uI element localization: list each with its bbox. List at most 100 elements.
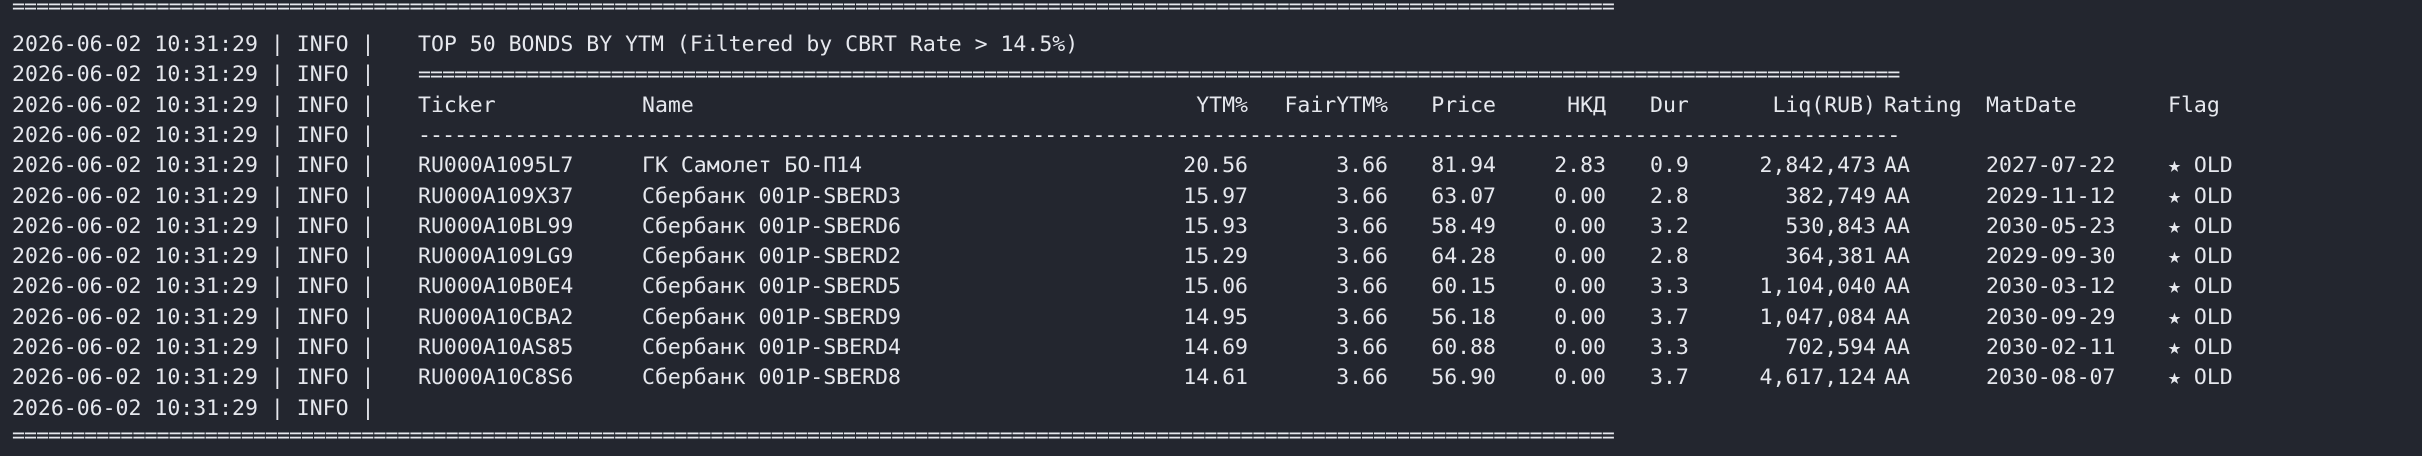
log-level: INFO [296, 335, 349, 360]
cell-ticker: RU000A109LG9 [418, 244, 574, 270]
cell-matdate: 2029-11-12 [1986, 183, 2116, 209]
separator-pipe: | [348, 62, 375, 88]
separator-pipe: | [348, 92, 375, 118]
cell-liq: 2,842,473 [1759, 153, 1877, 179]
cell-liq: 4,617,124 [1759, 365, 1877, 391]
log-timestamp: 2026-06-02 10:31:29 [12, 122, 258, 148]
cell-rating: AA [1884, 244, 1910, 270]
cell-flag: ★ OLD [2168, 274, 2233, 300]
log-timestamp: 2026-06-02 10:31:29 [12, 335, 258, 360]
log-line: 2026-06-02 10:31:29 | INFO | [12, 151, 374, 181]
cell-ticker: RU000A10BL99 [418, 213, 574, 239]
cell-ytm: 14.95 [1183, 304, 1248, 330]
separator-pipe: | [348, 183, 375, 209]
separator-pipe: | [257, 92, 297, 118]
cell-ytm: 20.56 [1183, 153, 1248, 179]
log-level: INFO [296, 92, 349, 118]
cell-flag: ★ OLD [2168, 335, 2233, 360]
log-level: INFO [296, 304, 349, 330]
separator-pipe: | [348, 395, 375, 421]
bottom-separator: ========================================… [12, 428, 1615, 448]
separator-pipe: | [257, 213, 297, 239]
column-header-rating: Rating [1884, 92, 1962, 118]
cell-nkd: 0.00 [1554, 213, 1606, 239]
separator-pipe: | [257, 122, 297, 148]
cell-matdate: 2030-02-11 [1986, 335, 2116, 360]
separator-pipe: | [348, 122, 375, 148]
cell-fair: 3.66 [1336, 304, 1388, 330]
cell-flag: ★ OLD [2168, 153, 2233, 179]
cell-rating: AA [1884, 213, 1910, 239]
cell-name: ГК Самолет БО-П14 [642, 153, 863, 179]
cell-flag: ★ OLD [2168, 213, 2233, 239]
log-level: INFO [296, 62, 349, 88]
cell-nkd: 0.00 [1554, 335, 1606, 360]
cell-rating: AA [1884, 304, 1910, 330]
log-line: 2026-06-02 10:31:29 | INFO | [12, 333, 374, 363]
separator-pipe: | [348, 365, 375, 391]
cell-name: Сбербанк 001P-SBERD3 [642, 183, 901, 209]
log-level: INFO [296, 365, 349, 391]
separator-pipe: | [257, 395, 297, 421]
separator-pipe: | [257, 274, 297, 300]
cell-price: 60.88 [1431, 335, 1496, 360]
cell-nkd: 0.00 [1554, 365, 1606, 391]
log-level: INFO [296, 395, 349, 421]
column-header-ytm: YTM% [1196, 92, 1248, 118]
cell-liq: 382,749 [1785, 183, 1876, 209]
log-timestamp: 2026-06-02 10:31:29 [12, 153, 258, 179]
cell-nkd: 0.00 [1554, 183, 1606, 209]
cell-flag: ★ OLD [2168, 304, 2233, 330]
separator-pipe: | [257, 304, 297, 330]
cell-fair: 3.66 [1336, 153, 1388, 179]
cell-ytm: 15.93 [1183, 213, 1248, 239]
log-line: 2026-06-02 10:31:29 | INFO | [12, 182, 374, 212]
separator-pipe: | [348, 304, 375, 330]
log-line: 2026-06-02 10:31:29 | INFO | [12, 242, 374, 272]
cell-fair: 3.66 [1336, 335, 1388, 360]
column-header-nkd: НКД [1567, 92, 1606, 118]
log-level: INFO [296, 183, 349, 209]
column-header-ticker: Ticker [418, 92, 496, 118]
cell-name: Сбербанк 001P-SBERD4 [642, 335, 901, 360]
table-sub-rule: ----------------------------------------… [418, 122, 1900, 148]
cell-name: Сбербанк 001P-SBERD5 [642, 274, 901, 300]
cell-matdate: 2030-09-29 [1986, 304, 2116, 330]
cell-price: 56.18 [1431, 304, 1496, 330]
cell-price: 64.28 [1431, 244, 1496, 270]
cell-ticker: RU000A109X37 [418, 183, 574, 209]
column-header-fair: FairYTM% [1284, 92, 1388, 118]
cell-price: 60.15 [1431, 274, 1496, 300]
cell-fair: 3.66 [1336, 274, 1388, 300]
cell-liq: 364,381 [1785, 244, 1876, 270]
separator-pipe: | [257, 153, 297, 179]
cell-ticker: RU000A10CBA2 [418, 304, 574, 330]
cell-name: Сбербанк 001P-SBERD9 [642, 304, 901, 330]
cell-ytm: 15.06 [1183, 274, 1248, 300]
cell-fair: 3.66 [1336, 365, 1388, 391]
cell-fair: 3.66 [1336, 183, 1388, 209]
log-line: 2026-06-02 10:31:29 | INFO | [12, 363, 374, 393]
cell-ticker: RU000A10B0E4 [418, 274, 574, 300]
column-header-name: Name [642, 92, 694, 118]
log-message-title: TOP 50 BONDS BY YTM (Filtered by CBRT Ra… [418, 32, 1079, 57]
log-level: INFO [296, 213, 349, 239]
log-line: 2026-06-02 10:31:29 | INFO | [12, 303, 374, 333]
separator-pipe: | [348, 335, 375, 360]
table-header-rule: ========================================… [418, 62, 1900, 88]
separator-pipe: | [257, 183, 297, 209]
separator-pipe: | [257, 365, 297, 391]
cell-ticker: RU000A1095L7 [418, 153, 574, 179]
terminal-window[interactable]: { "log": { "top_rule": "================… [0, 0, 2422, 456]
log-line: 2026-06-02 10:31:29 | INFO | [12, 394, 374, 424]
cell-price: 81.94 [1431, 153, 1496, 179]
cell-liq: 1,047,084 [1759, 304, 1877, 330]
cell-ytm: 15.29 [1183, 244, 1248, 270]
log-line: 2026-06-02 10:31:29 | INFO | [12, 272, 374, 302]
log-timestamp: 2026-06-02 10:31:29 [12, 183, 258, 209]
cell-price: 58.49 [1431, 213, 1496, 239]
log-timestamp: 2026-06-02 10:31:29 [12, 274, 258, 300]
log-line: 2026-06-02 10:31:29 | INFO | [12, 60, 374, 90]
log-timestamp: 2026-06-02 10:31:29 [12, 62, 258, 88]
cell-rating: AA [1884, 335, 1910, 360]
